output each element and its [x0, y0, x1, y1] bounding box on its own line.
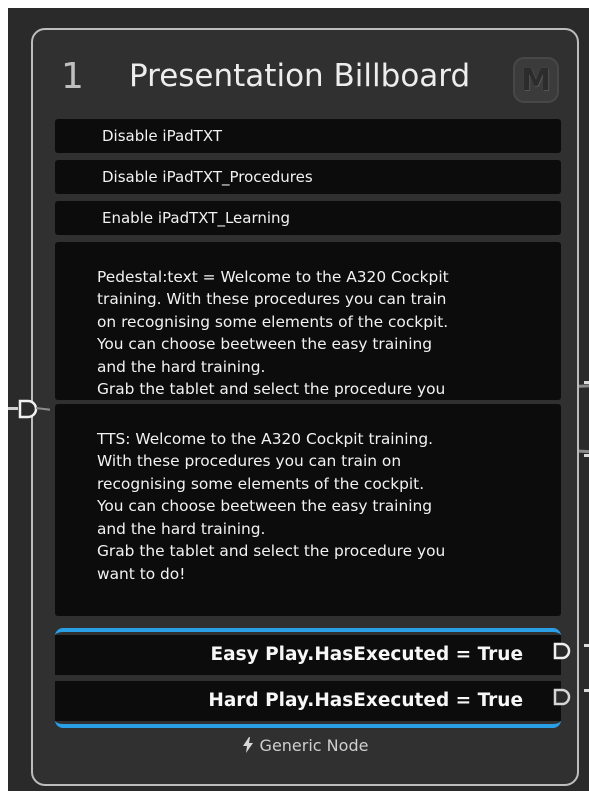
action-label: Disable iPadTXT_Procedures	[102, 168, 313, 186]
node-number: 1	[61, 56, 84, 97]
output-wire-stub	[584, 381, 589, 384]
graph-canvas[interactable]: 1 Presentation Billboard M Disable iPadT…	[8, 8, 589, 791]
output-port-icon[interactable]	[553, 642, 571, 660]
conditions-block: Easy Play.HasExecuted = True Hard Play.H…	[55, 628, 561, 728]
node-type-label: Generic Node	[259, 736, 369, 755]
pedestal-text-action-row[interactable]: Pedestal:text = Welcome to the A320 Cock…	[55, 242, 561, 421]
node-header[interactable]: 1 Presentation Billboard M	[33, 30, 577, 120]
pedestal-text-content: Pedestal:text = Welcome to the A320 Cock…	[97, 267, 449, 421]
input-port-icon[interactable]	[8, 398, 50, 420]
node-title: Presentation Billboard	[129, 58, 471, 94]
action-label: Enable iPadTXT_Learning	[102, 209, 291, 227]
condition-label: Hard Play.HasExecuted = True	[208, 690, 523, 711]
lightning-bolt-icon	[242, 737, 253, 753]
condition-label: Easy Play.HasExecuted = True	[210, 644, 523, 665]
m-badge-icon[interactable]: M	[513, 57, 559, 103]
action-row-enable-ipadtxt-learning[interactable]: Enable iPadTXT_Learning	[55, 201, 561, 235]
output-wire-stub	[584, 644, 589, 647]
output-wire-stub	[584, 689, 589, 692]
condition-row-easy-play[interactable]: Easy Play.HasExecuted = True	[55, 635, 561, 675]
tts-action-row[interactable]: TTS: Welcome to the A320 Cockpit trainin…	[55, 404, 561, 616]
action-label: Disable iPadTXT	[102, 127, 222, 145]
output-port-icon[interactable]	[553, 688, 571, 706]
action-row-disable-ipadtxt[interactable]: Disable iPadTXT	[55, 119, 561, 153]
condition-row-hard-play[interactable]: Hard Play.HasExecuted = True	[55, 681, 561, 721]
tts-text-content: TTS: Welcome to the A320 Cockpit trainin…	[97, 429, 446, 583]
presentation-billboard-node[interactable]: 1 Presentation Billboard M Disable iPadT…	[31, 28, 579, 786]
node-type-footer: Generic Node	[33, 736, 577, 755]
output-wire-stub	[584, 454, 589, 457]
action-row-disable-ipadtxt-procedures[interactable]: Disable iPadTXT_Procedures	[55, 160, 561, 194]
